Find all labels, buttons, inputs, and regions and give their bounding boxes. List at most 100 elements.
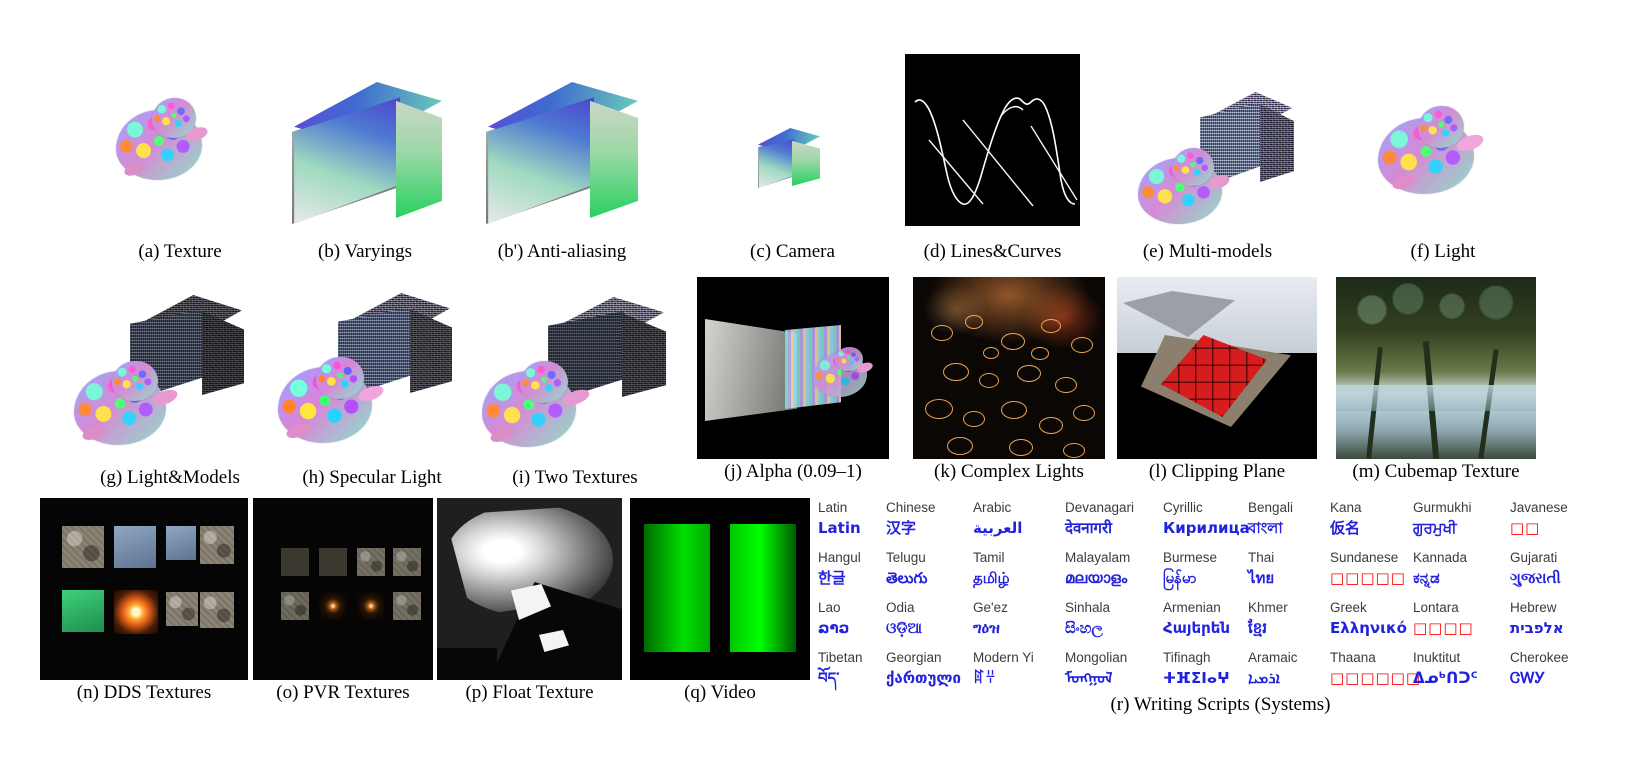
script-cell: Tifinagh ⵜⴼⵉⵏⴰⵖ xyxy=(1163,648,1248,689)
script-name: Gurmukhi xyxy=(1413,500,1472,515)
script-sample: සිංහල xyxy=(1065,619,1103,637)
script-name: Tifinagh xyxy=(1163,650,1211,665)
script-cell: Burmese မြန်မာ xyxy=(1163,548,1248,589)
script-name: Bengali xyxy=(1248,500,1294,515)
script-name: Aramaic xyxy=(1248,650,1298,665)
script-cell: Greek Ελληνικό xyxy=(1330,598,1413,639)
script-cell: Thaana □□□□□□ xyxy=(1330,648,1422,689)
script-cell: Arabic العربية xyxy=(973,498,1065,539)
textured-cube-right xyxy=(1260,104,1294,182)
script-sample: ᠮᠣᠩᠭᠣᠯ xyxy=(1065,669,1113,687)
figure-page: (a) Texture (b) Varyings (b') Anti-alias… xyxy=(0,0,1640,769)
cube-face-right xyxy=(590,100,638,218)
script-cell: Khmer ខ្មែរ xyxy=(1248,598,1330,639)
panel-l-image xyxy=(1117,277,1317,459)
script-sample: 仮名 xyxy=(1330,519,1361,537)
script-cell: Lao ລາວ xyxy=(818,598,886,639)
script-name: Devanagari xyxy=(1065,500,1135,515)
script-cell: Tibetan བོད་ xyxy=(818,648,886,689)
script-cell: Kannada ಕನ್ನಡ xyxy=(1413,548,1510,589)
script-cell: Gujarati ગુજરાતી xyxy=(1510,548,1605,589)
texture-tile-glow xyxy=(114,590,158,634)
panel-g-image xyxy=(60,275,280,465)
script-sample: ਗੁਰਮੁਖੀ xyxy=(1413,519,1457,537)
script-sample: မြန်မာ xyxy=(1163,569,1197,587)
panel-a-image xyxy=(90,40,270,235)
caption-d: (d) Lines&Curves xyxy=(923,241,1062,262)
script-sample-missing: □□□□□□ xyxy=(1330,669,1422,687)
caption-b: (b) Varyings xyxy=(317,241,413,262)
cube-face-right xyxy=(792,140,820,186)
script-sample: אלפבית xyxy=(1510,619,1564,637)
script-cell: Telugu తెలుగు xyxy=(886,548,973,589)
ring-particle xyxy=(1063,443,1085,458)
script-sample: ไทย xyxy=(1248,569,1275,587)
script-sample: Кирилица xyxy=(1163,519,1250,537)
script-cell: Cyrillic Кирилица xyxy=(1163,498,1250,539)
script-name: Telugu xyxy=(886,550,926,565)
textured-cube-right xyxy=(622,313,666,397)
texture-tile xyxy=(62,526,104,568)
panel-h-specular-light: (h) Specular Light xyxy=(262,275,482,488)
script-name: Arabic xyxy=(973,500,1012,515)
script-cell: Thai ไทย xyxy=(1248,548,1330,589)
panel-f-light: (f) Light xyxy=(1348,40,1538,262)
script-cell: Kana 仮名 xyxy=(1330,498,1413,539)
panel-k-complex-lights: (k) Complex Lights xyxy=(913,277,1105,482)
alpha-quad-left xyxy=(705,319,797,421)
script-name: Sundanese xyxy=(1330,550,1399,565)
caption-n: (n) DDS Textures xyxy=(76,682,212,703)
script-name: Thai xyxy=(1248,550,1275,565)
script-row: Hangul 한글 Telugu తెలుగు Tamil தமிழ் Mala… xyxy=(818,548,1623,589)
script-sample-missing: □□□□ xyxy=(1413,619,1474,637)
script-cell: Ge'ez ግዕዝ xyxy=(973,598,1065,639)
ring-particle xyxy=(1001,333,1025,350)
script-cell: Aramaic ܐܪܡܝܐ xyxy=(1248,648,1330,689)
texture-tile xyxy=(281,548,309,576)
script-sample: ⵜⴼⵉⵏⴰⵖ xyxy=(1163,669,1230,687)
script-row: Tibetan བོད་ Georgian ქართული Modern Yi … xyxy=(818,648,1623,689)
script-cell: Chinese 汉字 xyxy=(886,498,973,539)
script-sample: Ελληνικό xyxy=(1330,619,1407,637)
panel-j-image xyxy=(697,277,889,459)
caption-bprime: (b') Anti-aliasing xyxy=(497,241,627,262)
script-name: Tamil xyxy=(973,550,1005,565)
caption-f: (f) Light xyxy=(1410,241,1476,262)
script-cell: Bengali বাংলা xyxy=(1248,498,1330,539)
panel-h-image xyxy=(262,275,482,465)
texture-tile xyxy=(62,590,104,632)
panel-p-image xyxy=(437,498,622,680)
texture-tile-glow xyxy=(319,592,347,620)
ring-particle xyxy=(925,399,953,419)
panel-a-texture: (a) Texture xyxy=(90,40,270,262)
script-cell: Mongolian ᠮᠣᠩᠭᠣᠯ xyxy=(1065,648,1163,689)
textured-cube-right xyxy=(202,311,244,395)
script-sample: ᐃᓄᒃᑎᑐᑦ xyxy=(1413,669,1478,687)
panel-r-writing-scripts: Latin Latin Chinese 汉字 Arabic العربية De… xyxy=(818,498,1623,718)
caption-o: (o) PVR Textures xyxy=(276,682,410,703)
script-name: Javanese xyxy=(1510,500,1568,515)
script-sample: తెలుగు xyxy=(886,569,928,587)
caption-a: (a) Texture xyxy=(138,241,222,262)
script-sample: বাংলা xyxy=(1248,519,1283,537)
bunny-head xyxy=(520,361,568,403)
script-row: Lao ລາວ Odia ଓଡ଼ିଆ Ge'ez ግዕዝ Sinhala සිං… xyxy=(818,598,1623,639)
ring-particle xyxy=(931,325,953,341)
caption-g: (g) Light&Models xyxy=(100,467,240,488)
ring-particle xyxy=(1041,319,1061,333)
script-name: Chinese xyxy=(886,500,936,515)
panel-n-dds-textures: (n) DDS Textures xyxy=(40,498,248,703)
texture-tile xyxy=(114,526,156,568)
script-sample: ქართული xyxy=(886,669,961,687)
ring-particle xyxy=(1055,377,1077,393)
panel-q-video: (q) Video xyxy=(630,498,810,703)
script-name: Thaana xyxy=(1330,650,1376,665)
script-name: Latin xyxy=(818,500,848,515)
script-name: Greek xyxy=(1330,600,1367,615)
ring-particle xyxy=(1001,401,1027,419)
script-name: Mongolian xyxy=(1065,650,1128,665)
script-row: Latin Latin Chinese 汉字 Arabic العربية De… xyxy=(818,498,1623,539)
script-cell: Javanese □□ xyxy=(1510,498,1605,539)
script-name: Lao xyxy=(818,600,841,615)
panel-l-clipping-plane: (l) Clipping Plane xyxy=(1117,277,1317,482)
